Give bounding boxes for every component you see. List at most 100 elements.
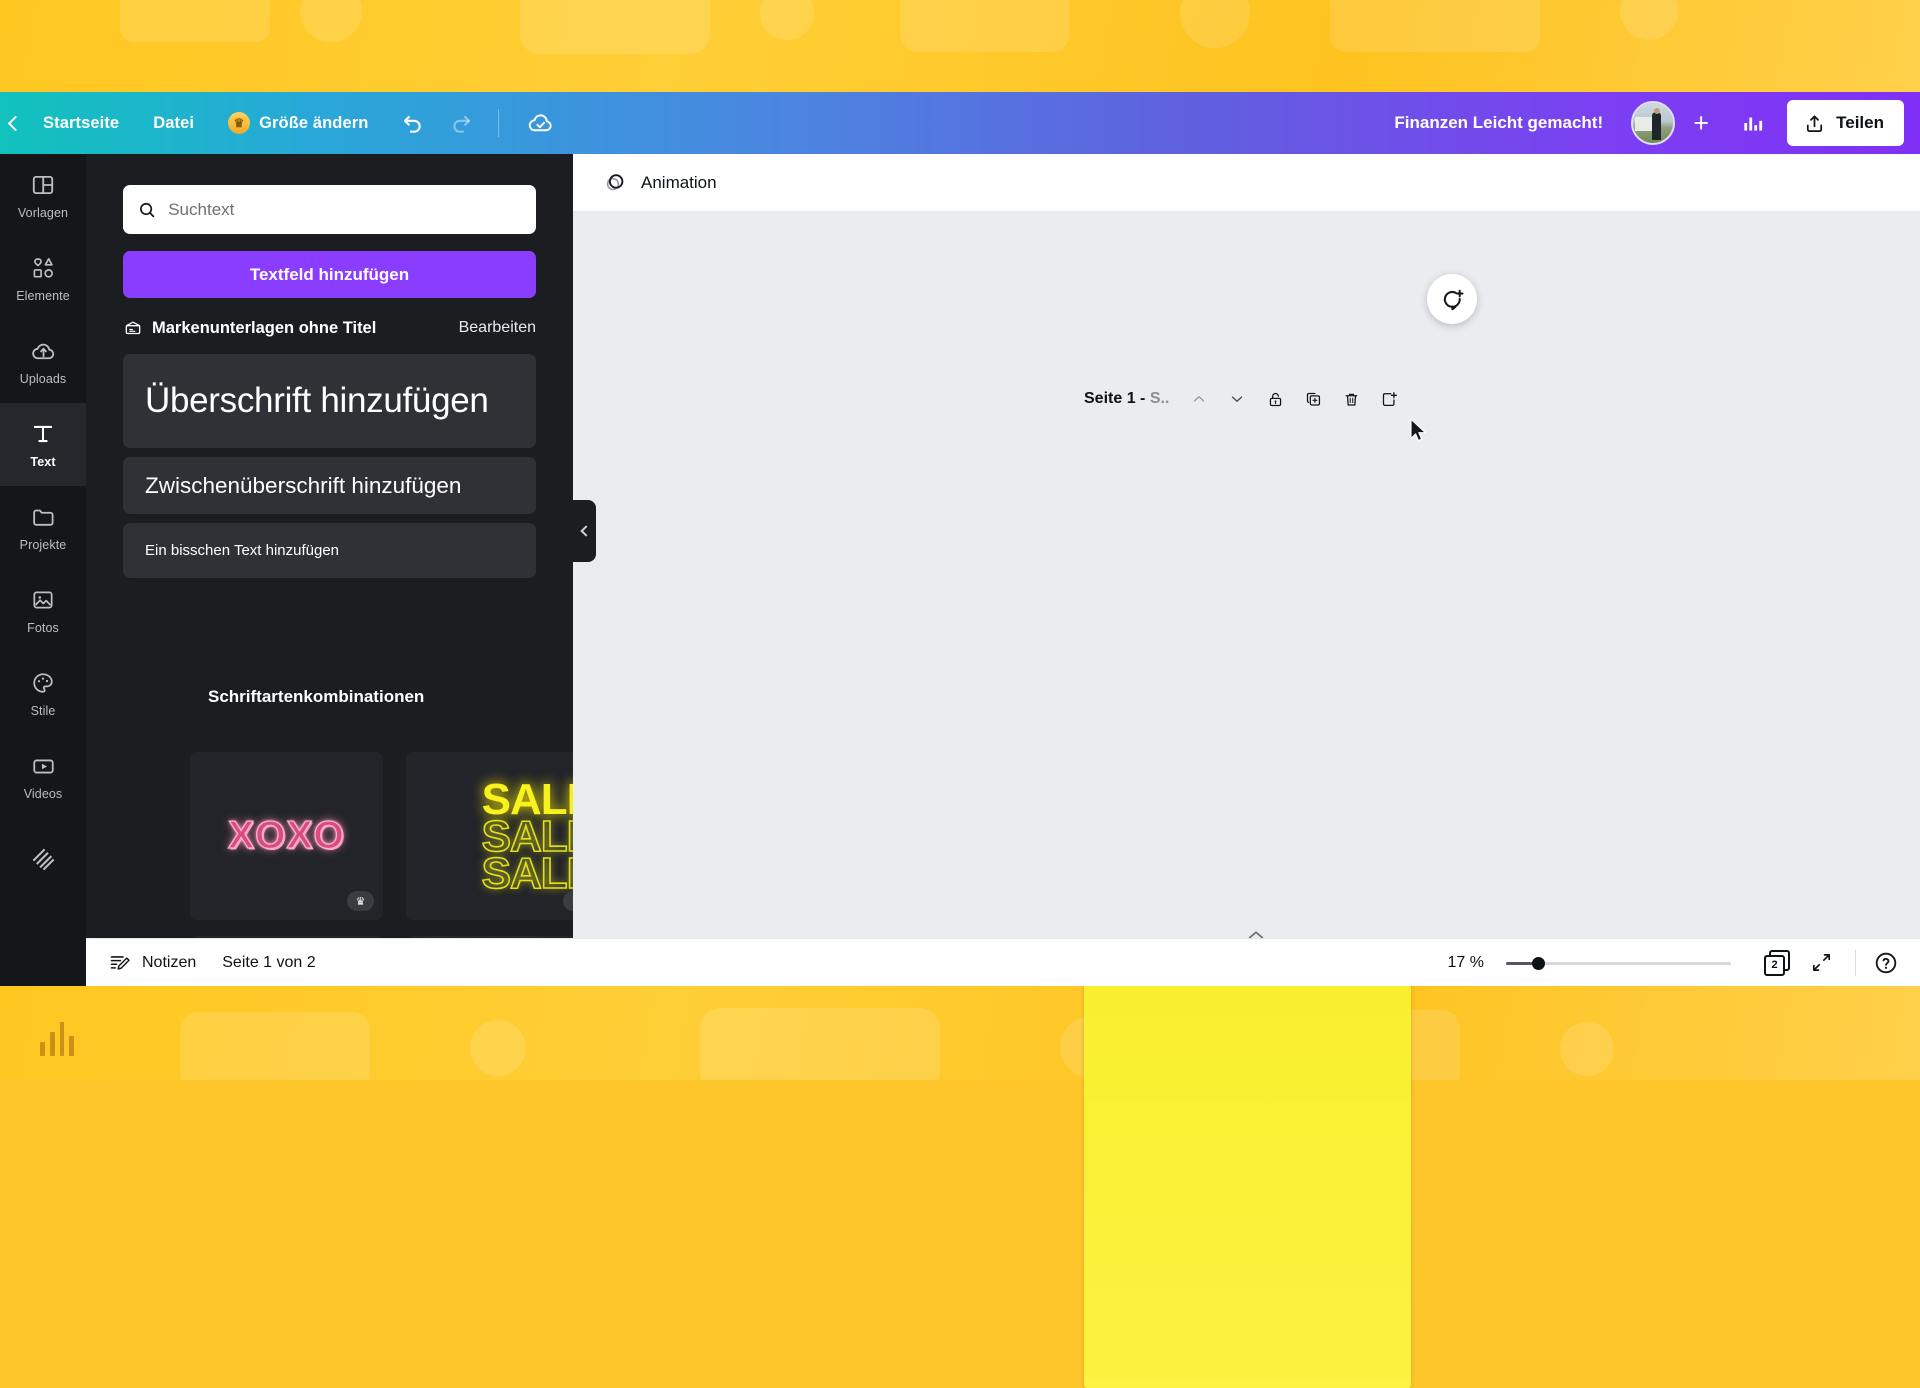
help-circle-icon (1875, 952, 1897, 973)
sidebar-label: Projekte (19, 538, 67, 552)
sidebar-item-videos[interactable]: Videos (0, 735, 86, 818)
redo-button[interactable] (440, 102, 486, 144)
font-combo-preview-text: XOXO (228, 813, 345, 857)
top-app-bar: Startseite Datei ♛ Größe ändern Finanzen… (0, 92, 1920, 154)
animation-label: Animation (641, 172, 717, 192)
bar-chart-icon (1744, 117, 1763, 131)
home-label: Startseite (43, 113, 120, 132)
sidebar-label: Stile (30, 704, 56, 718)
sidebar-item-background[interactable] (0, 818, 86, 901)
zoom-level-value: 17 % (1447, 953, 1484, 971)
browser-page-background-top (0, 0, 1920, 92)
undo-button[interactable] (388, 102, 434, 144)
page-lock-button[interactable] (1257, 382, 1293, 416)
bottom-status-bar: Notizen Seite 1 von 2 17 % 2 (86, 938, 1920, 986)
share-button[interactable]: Teilen (1787, 100, 1904, 146)
collaborators-group: + (1631, 101, 1721, 145)
saved-status-button[interactable] (517, 102, 564, 144)
notes-button[interactable]: Notizen (96, 945, 208, 981)
sidebar-label: Videos (23, 787, 63, 801)
premium-crown-icon: ♛ (347, 891, 374, 911)
avatar[interactable] (1631, 101, 1676, 145)
text-t-icon (29, 420, 57, 448)
photo-icon (29, 586, 57, 614)
text-style-subheading[interactable]: Zwischenüberschrift hinzufügen (123, 457, 536, 514)
page-count-value: 2 (1764, 954, 1785, 976)
chevron-left-icon (580, 525, 592, 537)
brand-kit-icon (125, 321, 141, 335)
resize-button[interactable]: ♛ Größe ändern (214, 102, 382, 144)
sidebar-item-vorlagen[interactable]: Vorlagen (0, 154, 86, 237)
elements-icon (29, 254, 57, 282)
sidebar-item-stile[interactable]: Stile (0, 652, 86, 735)
text-style-label: Ein bisschen Text hinzufügen (145, 542, 340, 559)
search-icon (140, 202, 155, 217)
home-button[interactable]: Startseite (29, 102, 133, 144)
zoom-slider-thumb[interactable] (1532, 956, 1545, 970)
sidebar-item-text[interactable]: Text (0, 403, 86, 486)
search-input-wrapper[interactable] (123, 185, 536, 234)
page-1-header: Seite 1 - S.. (1084, 382, 1407, 416)
duplicate-icon (1306, 392, 1320, 406)
add-page-button[interactable] (1371, 382, 1407, 416)
sidebar-item-projekte[interactable]: Projekte (0, 486, 86, 569)
mouse-pointer (1410, 418, 1427, 447)
lock-icon (1269, 392, 1282, 406)
file-menu-button[interactable]: Datei (139, 102, 208, 144)
animation-button[interactable]: Animation (591, 163, 729, 202)
page-move-up-button[interactable] (1181, 382, 1217, 416)
statusbar-divider (1855, 949, 1856, 976)
animation-toolbar: Animation (573, 154, 1920, 212)
add-textbox-button[interactable]: Textfeld hinzufügen (123, 251, 536, 298)
sidebar-item-uploads[interactable]: Uploads (0, 320, 86, 403)
text-style-label: Überschrift hinzufügen (145, 381, 489, 421)
sidebar-label: Fotos (27, 621, 59, 635)
font-combinations-heading: Schriftartenkombinationen (208, 687, 425, 706)
templates-icon (29, 171, 57, 199)
sidebar-label: Vorlagen (17, 206, 69, 220)
editor-canvas-area: Animation Seite 1 - S.. (573, 154, 1920, 986)
insights-button[interactable] (1731, 101, 1775, 145)
page-grid-button[interactable]: 2 (1757, 944, 1797, 982)
zoom-slider[interactable] (1506, 953, 1731, 973)
sidebar-item-fotos[interactable]: Fotos (0, 569, 86, 652)
help-button[interactable] (1866, 944, 1906, 982)
text-style-body[interactable]: Ein bisschen Text hinzufügen (123, 523, 536, 578)
page-indicator: Seite 1 von 2 (222, 953, 316, 971)
palette-icon (29, 669, 57, 697)
sidebar-item-elemente[interactable]: Elemente (0, 237, 86, 320)
left-tool-rail: Vorlagen Elemente Uploads Text Projekte … (0, 154, 86, 986)
expand-icon (1812, 953, 1830, 972)
upload-cloud-icon (29, 337, 57, 365)
background-pattern-icon (29, 846, 57, 874)
animation-circles-icon (606, 174, 624, 191)
premium-crown-icon: ♛ (563, 891, 573, 911)
page-1-name: Seite 1 - S.. (1084, 390, 1170, 407)
share-label: Teilen (1836, 113, 1884, 132)
add-textbox-label: Textfeld hinzufügen (249, 264, 410, 284)
page-grid-icon: 2 (1764, 949, 1790, 976)
font-combo-xoxo[interactable]: XOXO ♛ (190, 752, 383, 920)
panel-collapse-handle[interactable] (573, 500, 596, 562)
document-title[interactable]: Finanzen Leicht gemacht! (1382, 105, 1615, 141)
upload-icon (1807, 114, 1823, 132)
sidebar-label: Uploads (19, 372, 67, 386)
sale-line-3: SALE (481, 848, 573, 898)
add-comment-button[interactable] (1427, 274, 1477, 324)
background-chart-bars (40, 1020, 74, 1056)
text-style-heading[interactable]: Überschrift hinzufügen (123, 354, 536, 448)
fullscreen-button[interactable] (1801, 944, 1841, 982)
page-move-down-button[interactable] (1219, 382, 1255, 416)
trash-icon (1345, 393, 1358, 406)
font-combo-sale[interactable]: SALE SALE SALE ♛ (406, 752, 573, 920)
resize-label: Größe ändern (259, 113, 369, 132)
add-collaborator-button[interactable]: + (1681, 103, 1721, 143)
chevron-down-icon (1232, 396, 1243, 402)
brand-kit-edit-link[interactable]: Bearbeiten (459, 319, 536, 337)
page-delete-button[interactable] (1333, 382, 1369, 416)
cloud-check-icon (529, 113, 553, 131)
search-input[interactable] (168, 199, 522, 220)
chevron-left-icon[interactable] (7, 115, 24, 131)
add-comment-icon (1443, 289, 1464, 310)
page-duplicate-button[interactable] (1295, 382, 1331, 416)
